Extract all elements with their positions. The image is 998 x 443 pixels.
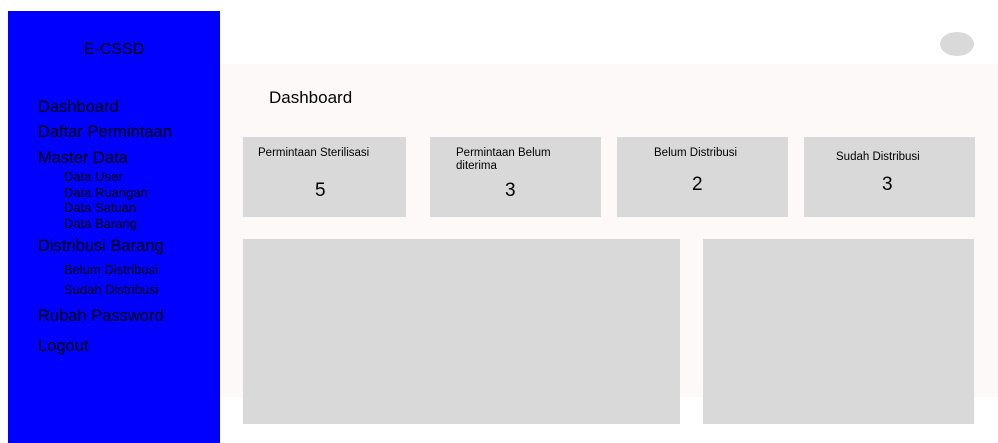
- sidebar-group-distribusi-barang: Belum Distribusi Sudah Distribusi: [38, 260, 172, 300]
- sidebar-item-distribusi-barang[interactable]: Distribusi Barang: [38, 233, 172, 260]
- stat-card-sudah-distribusi[interactable]: Sudah Distribusi 3: [804, 137, 975, 217]
- sidebar-subitem-belum-distribusi[interactable]: Belum Distribusi: [64, 260, 172, 280]
- stat-card-value: 3: [882, 174, 893, 195]
- app-brand: E-CSSD: [83, 41, 145, 58]
- stat-card-label: Permintaan Belum diterima: [456, 147, 551, 172]
- sidebar-item-daftar-permintaan[interactable]: Daftar Permintaan: [38, 121, 172, 143]
- sidebar-item-dashboard[interactable]: Dashboard: [38, 94, 172, 121]
- sidebar-submenu-distribusi-barang: Belum Distribusi Sudah Distribusi: [64, 260, 172, 300]
- sidebar-item-logout[interactable]: Logout: [38, 333, 172, 360]
- sidebar-subitem-data-barang[interactable]: Data Barang: [64, 216, 172, 232]
- stat-card-label: Sudah Distribusi: [836, 151, 920, 163]
- stat-card-value: 5: [315, 180, 326, 201]
- app-page: E-CSSD Dashboard Daftar Permintaan Maste…: [0, 0, 998, 443]
- sidebar-group-master-data: Data User Data Ruangan Data Satuan Data …: [38, 169, 172, 231]
- sidebar-item-master-data[interactable]: Master Data: [38, 147, 172, 169]
- content-panel-left: [243, 239, 680, 424]
- stat-card-permintaan-sterilisasi[interactable]: Permintaan Sterilisasi 5: [243, 137, 406, 217]
- stat-card-label: Permintaan Sterilisasi: [258, 147, 370, 159]
- sidebar-menu: Dashboard Daftar Permintaan Master Data …: [38, 94, 172, 360]
- stat-card-belum-distribusi[interactable]: Belum Distribusi 2: [617, 137, 788, 217]
- sidebar-submenu-master-data: Data User Data Ruangan Data Satuan Data …: [64, 169, 172, 231]
- top-bar: [220, 11, 998, 64]
- page-title: Dashboard: [269, 88, 353, 107]
- sidebar-subitem-data-satuan[interactable]: Data Satuan: [64, 200, 172, 216]
- stat-card-value: 3: [505, 180, 516, 201]
- content-panel-right: [703, 239, 974, 424]
- avatar[interactable]: [940, 32, 974, 56]
- sidebar: E-CSSD Dashboard Daftar Permintaan Maste…: [8, 11, 220, 443]
- stat-card-permintaan-belum-diterima[interactable]: Permintaan Belum diterima 3: [430, 137, 601, 217]
- sidebar-subitem-sudah-distribusi[interactable]: Sudah Distribusi: [64, 280, 172, 300]
- sidebar-subitem-data-user[interactable]: Data User: [64, 169, 172, 185]
- sidebar-item-rubah-password[interactable]: Rubah Password: [38, 303, 172, 330]
- stat-card-label: Belum Distribusi: [654, 147, 738, 159]
- stat-card-value: 2: [692, 174, 703, 195]
- sidebar-subitem-data-ruangan[interactable]: Data Ruangan: [64, 185, 172, 201]
